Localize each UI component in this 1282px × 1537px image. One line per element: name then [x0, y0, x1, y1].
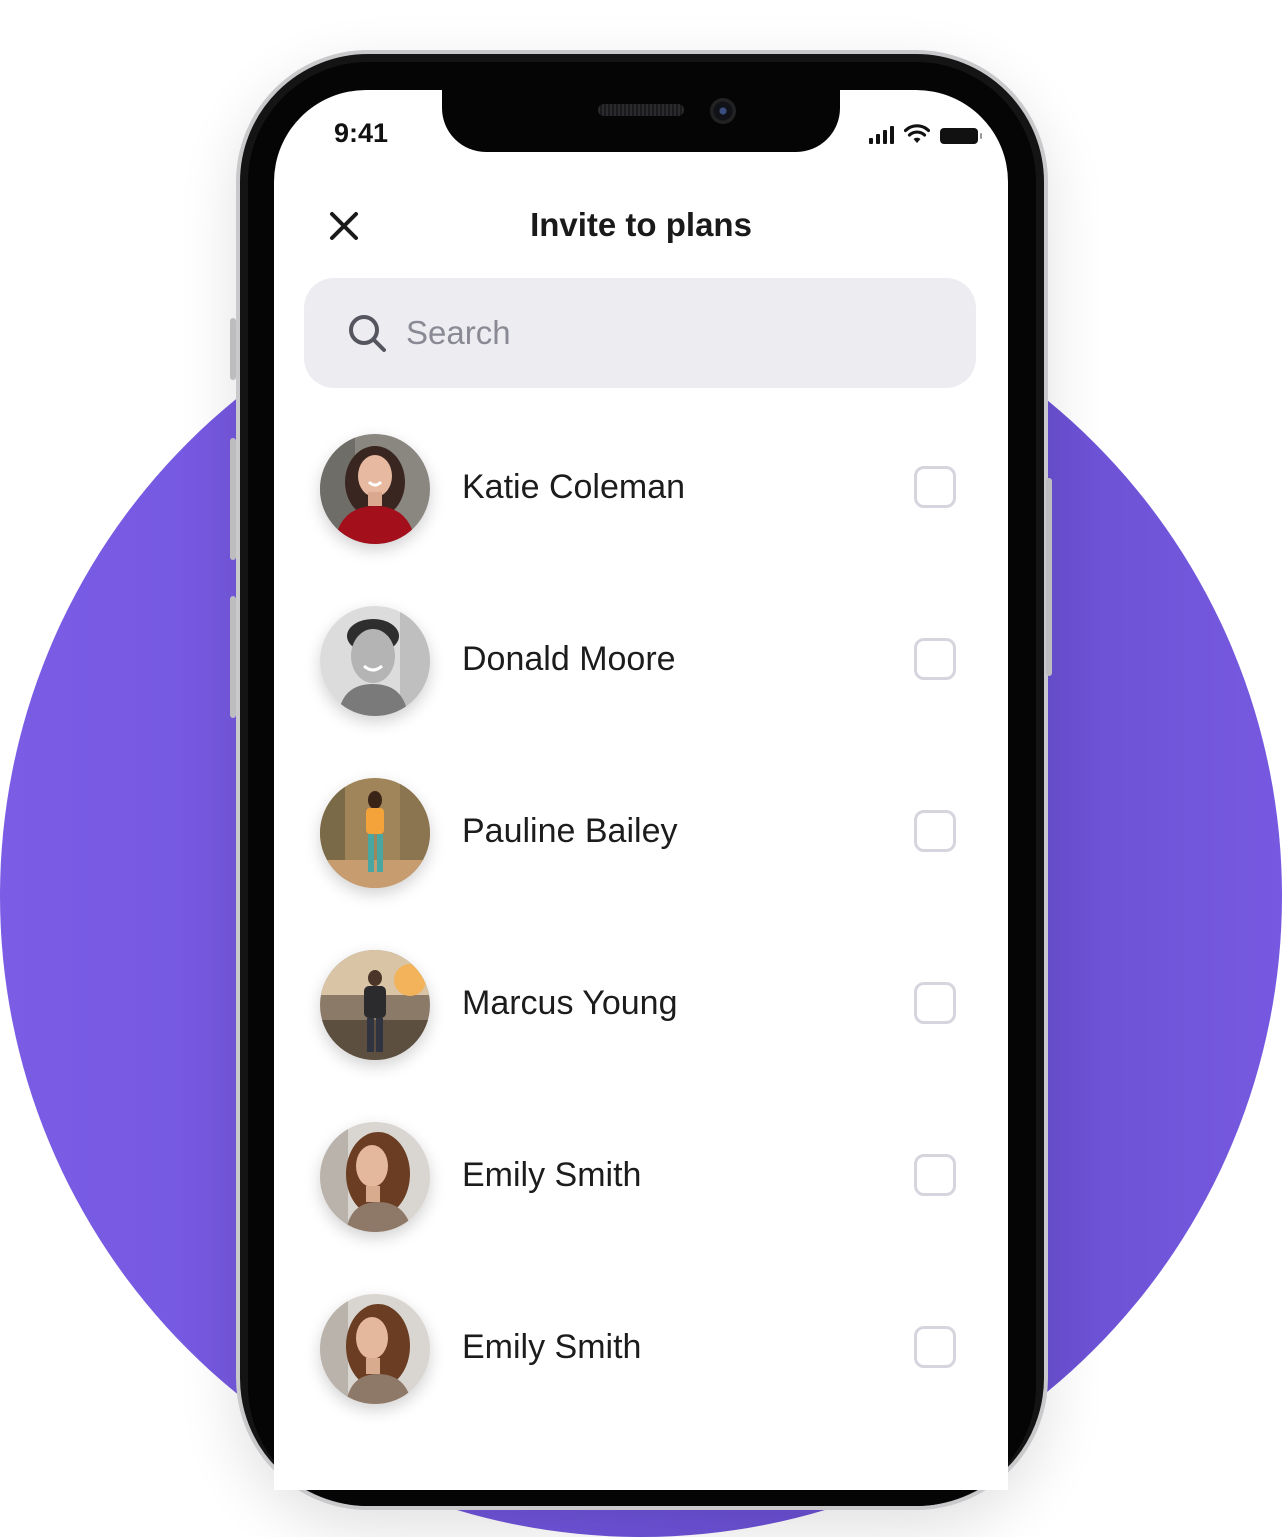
- page-title: Invite to plans: [530, 206, 752, 243]
- status-icons: [869, 124, 982, 144]
- avatar: [320, 1122, 430, 1232]
- contact-row[interactable]: Donald Moore: [320, 606, 970, 716]
- contact-checkbox[interactable]: [914, 466, 956, 508]
- phone-screen: 9:41 Invite to plans Search Katie Colema…: [274, 90, 1008, 1490]
- contact-checkbox[interactable]: [914, 810, 956, 852]
- front-camera-icon: [710, 98, 736, 124]
- avatar: [320, 1294, 430, 1404]
- volume-up-button: [230, 438, 236, 560]
- contact-checkbox[interactable]: [914, 1326, 956, 1368]
- contact-name: Emily Smith: [462, 1328, 642, 1366]
- contact-name: Katie Coleman: [462, 468, 686, 506]
- contact-row[interactable]: Emily Smith: [320, 1294, 970, 1404]
- contact-name: Emily Smith: [462, 1156, 642, 1194]
- avatar: [320, 434, 430, 544]
- status-time: 9:41: [334, 118, 389, 148]
- contact-checkbox[interactable]: [914, 1154, 956, 1196]
- contact-name: Pauline Bailey: [462, 812, 678, 850]
- notch: [442, 90, 840, 152]
- contact-name: Marcus Young: [462, 984, 678, 1022]
- search-icon: [349, 315, 386, 352]
- contact-checkbox[interactable]: [914, 982, 956, 1024]
- contact-row[interactable]: Marcus Young: [320, 950, 970, 1060]
- contact-row[interactable]: Emily Smith: [320, 1122, 970, 1232]
- cellular-signal-icon: [869, 126, 894, 144]
- search-placeholder: Search: [406, 314, 511, 351]
- contact-row[interactable]: Katie Coleman: [320, 434, 970, 544]
- contact-checkbox[interactable]: [914, 638, 956, 680]
- contact-row[interactable]: Pauline Bailey: [320, 778, 970, 888]
- avatar: [320, 606, 430, 716]
- wifi-icon: [904, 124, 930, 143]
- volume-down-button: [230, 596, 236, 718]
- contact-name: Donald Moore: [462, 640, 676, 678]
- power-button: [1046, 478, 1052, 676]
- mute-switch: [230, 318, 236, 380]
- search-input[interactable]: Search: [304, 278, 976, 388]
- avatar: [320, 778, 430, 888]
- speaker-grille: [598, 104, 684, 116]
- avatar: [320, 950, 430, 1060]
- battery-icon: [940, 128, 982, 144]
